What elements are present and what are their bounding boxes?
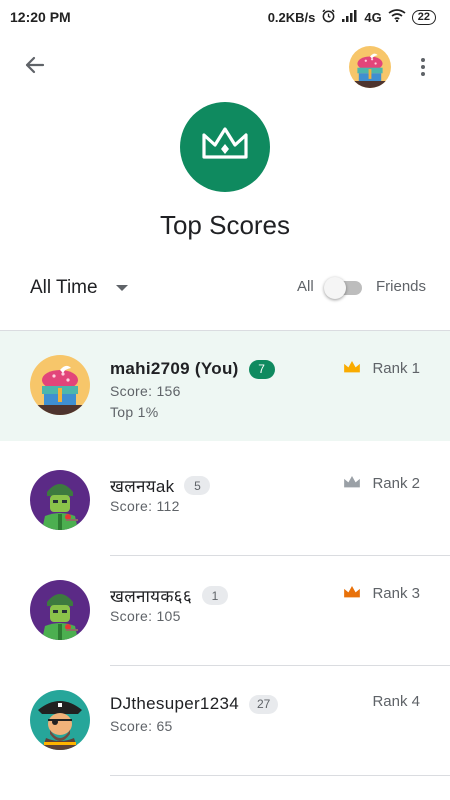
signal-icon xyxy=(342,9,358,25)
status-bar: 12:20 PM 0.2KB/s 4G 22 xyxy=(0,0,450,34)
page-title: Top Scores xyxy=(159,210,291,240)
network-type: 4G xyxy=(364,9,382,25)
back-button[interactable] xyxy=(18,52,52,82)
app-bar xyxy=(0,40,450,96)
player-score: Score: 156 xyxy=(110,383,181,399)
rank-indicator: Rank 2 xyxy=(342,473,420,493)
battery-indicator: 22 xyxy=(411,9,436,25)
player-score: Score: 65 xyxy=(110,718,173,734)
crown-icon xyxy=(200,125,250,170)
rank-label: Rank 2 xyxy=(372,474,420,492)
rank-label: Rank 3 xyxy=(372,584,420,602)
gold-crown-icon xyxy=(342,358,362,378)
player-score: Score: 112 xyxy=(110,498,180,514)
level-badge: 1 xyxy=(201,586,228,605)
status-indicators: 0.2KB/s 4G 22 xyxy=(268,8,436,26)
rank-indicator: Rank 3 xyxy=(342,583,420,603)
time-range-label: All Time xyxy=(30,277,98,298)
level-badge: 27 xyxy=(248,694,279,714)
network-speed: 0.2KB/s xyxy=(267,9,316,25)
player-avatar[interactable] xyxy=(30,580,90,640)
status-time: 12:20 PM xyxy=(10,9,71,25)
more-vert-icon xyxy=(421,58,425,62)
bronze-crown-icon xyxy=(342,583,362,603)
leaderboard-badge xyxy=(180,102,270,192)
filter-row: All Time All Friends xyxy=(0,270,450,306)
arrow-back-icon xyxy=(23,53,47,82)
player-avatar[interactable] xyxy=(30,470,90,530)
more-options-button[interactable] xyxy=(410,52,436,82)
time-range-dropdown[interactable]: All Time xyxy=(30,270,128,306)
player-name: DJthesuper1234 xyxy=(110,694,239,713)
player-percentile: Top 1% xyxy=(110,404,159,420)
rank-indicator: Rank 4 xyxy=(372,693,420,710)
wifi-icon xyxy=(388,9,406,25)
row-divider xyxy=(110,775,450,776)
alarm-icon xyxy=(321,8,336,26)
leaderboard-row[interactable]: खलनायक६६ 1 Score: 105 Rank 3 xyxy=(0,556,450,666)
player-name: खलनायक६६ xyxy=(110,587,192,606)
silver-crown-icon xyxy=(342,473,362,493)
profile-avatar[interactable] xyxy=(349,46,391,88)
leaderboard-row-you[interactable]: mahi2709 (You) 7 Score: 156 Top 1% Rank … xyxy=(0,331,450,441)
player-avatar[interactable] xyxy=(30,690,90,750)
leaderboard-row[interactable]: खलनयak 5 Score: 112 Rank 2 xyxy=(0,446,450,556)
level-badge: 5 xyxy=(184,476,211,495)
toggle-thumb xyxy=(324,277,346,299)
rank-label: Rank 4 xyxy=(372,693,420,710)
level-badge: 7 xyxy=(248,359,275,379)
friends-toggle[interactable] xyxy=(324,277,362,299)
rank-label: Rank 1 xyxy=(372,359,420,377)
player-name: mahi2709 (You) xyxy=(110,359,239,378)
rank-indicator: Rank 1 xyxy=(342,358,420,378)
player-name: खलनयak xyxy=(110,477,175,496)
toggle-label-friends: Friends xyxy=(376,278,427,295)
leaderboard-row[interactable]: DJthesuper1234 27 Score: 65 Rank 4 xyxy=(0,666,450,776)
player-avatar[interactable] xyxy=(30,355,90,415)
player-score: Score: 105 xyxy=(110,608,181,624)
toggle-label-all: All xyxy=(297,278,314,295)
dropdown-arrow-icon xyxy=(115,285,128,291)
